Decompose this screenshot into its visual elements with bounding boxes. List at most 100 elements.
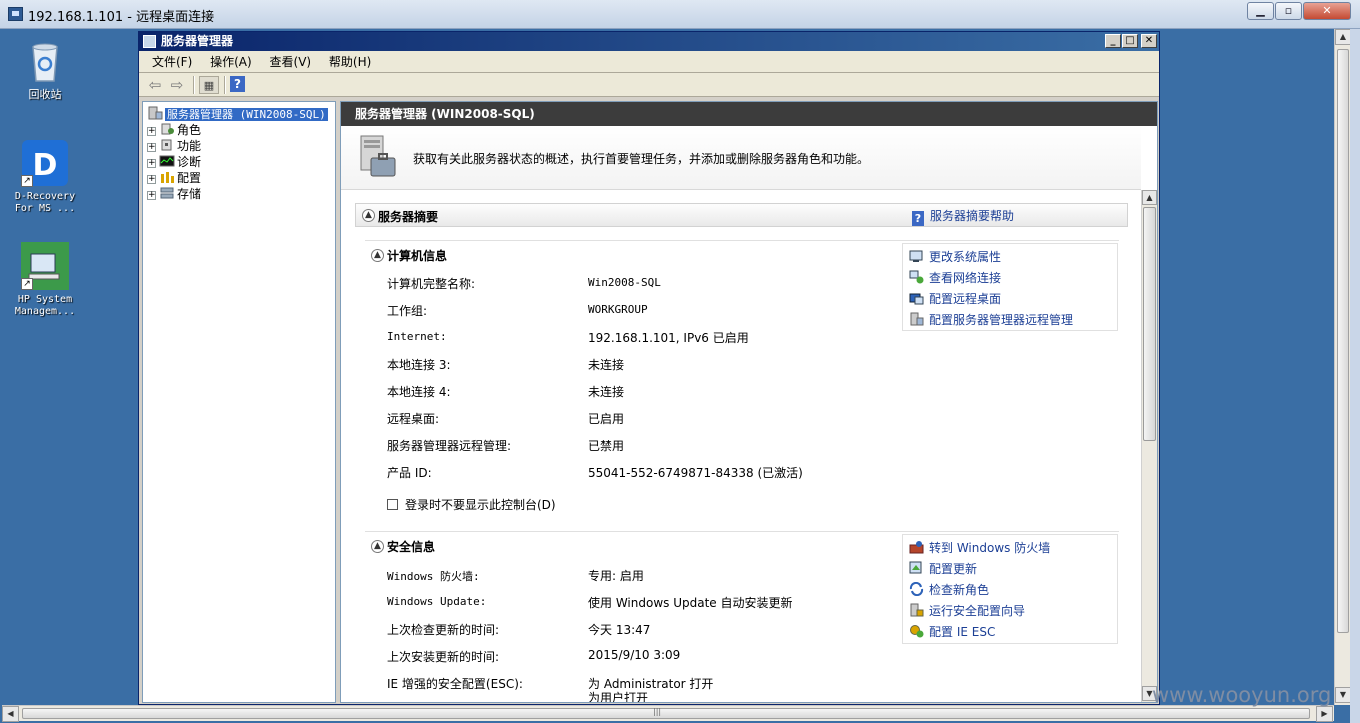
expand-icon[interactable]: + (147, 191, 156, 200)
recycle-bin-icon (21, 37, 69, 85)
collapse-icon[interactable]: ▲ (371, 249, 384, 262)
dont-show-at-logon-checkbox[interactable] (387, 499, 398, 510)
server-summary-header: ▲ 服务器摘要 ? 服务器摘要帮助 (355, 203, 1128, 227)
security-info-title: 安全信息 (387, 540, 436, 554)
server-manager-large-icon (357, 134, 397, 180)
forward-arrow-icon[interactable]: ⇨ (167, 76, 187, 94)
row-value: WORKGROUP (588, 303, 648, 316)
computer-info-title: 计算机信息 (387, 249, 448, 263)
row-value: 已启用 (588, 412, 625, 426)
row-label: 工作组: (387, 304, 428, 318)
remote-management-icon (909, 312, 924, 326)
rdp-window-title: 192.168.1.101 - 远程桌面连接 (28, 10, 215, 25)
tree-item-roles[interactable]: + 角色 (147, 122, 201, 138)
details-header: 服务器管理器 (WIN2008-SQL) (341, 102, 1157, 126)
hp-system-management-icon: ↗ (21, 242, 69, 290)
console-tree: 服务器管理器 (WIN2008-SQL) + 角色 + 功能 + 诊断 + 配置 + 存储 (142, 101, 336, 703)
tree-item-features[interactable]: + 功能 (147, 138, 201, 154)
help-icon[interactable]: ? (230, 76, 245, 92)
scroll-left-arrow-icon[interactable]: ◀ (2, 706, 19, 722)
menu-action[interactable]: 操作(A) (203, 51, 259, 73)
remote-desktop-icon (909, 291, 924, 305)
intro-text: 获取有关此服务器状态的概述，执行首要管理任务，并添加或删除服务器角色和功能。 (413, 152, 870, 166)
menu-file[interactable]: 文件(F) (145, 51, 199, 73)
row-value: 为用户打开 (588, 691, 649, 703)
server-summary-help-link[interactable]: ? 服务器摘要帮助 (912, 207, 1014, 226)
expand-icon[interactable]: + (147, 175, 156, 184)
collapse-icon[interactable]: ▲ (362, 209, 375, 222)
shortcut-arrow-icon: ↗ (21, 175, 33, 187)
menu-view[interactable]: 查看(V) (263, 51, 319, 73)
task-change-system-properties[interactable]: 更改系统属性 (909, 248, 1001, 265)
tree-item-configuration[interactable]: + 配置 (147, 170, 201, 186)
desktop-icon-label: D-Recovery For MS ... (14, 191, 76, 214)
scroll-down-arrow-icon[interactable]: ▼ (1335, 687, 1351, 703)
expand-icon[interactable]: + (147, 127, 156, 136)
remote-desktop-icon (8, 7, 23, 21)
scroll-thumb[interactable] (1143, 207, 1156, 441)
expand-icon[interactable]: + (147, 143, 156, 152)
desktop-icon-d-recovery[interactable]: D ↗ D-Recovery For MS ... (7, 139, 83, 215)
row-label: 本地连接 4: (387, 385, 451, 399)
task-configure-remote-desktop[interactable]: 配置远程桌面 (909, 290, 1001, 307)
tree-item-storage[interactable]: + 存储 (147, 186, 201, 202)
window-close-button[interactable]: ✕ (1141, 34, 1157, 48)
svg-text:D: D (33, 148, 58, 183)
window-frame (1350, 29, 1360, 723)
scroll-up-arrow-icon[interactable]: ▲ (1335, 29, 1351, 45)
row-value: 今天 13:47 (588, 623, 651, 637)
desktop-icon-label: HP System Managem... (14, 294, 76, 317)
window-maximize-button[interactable]: □ (1122, 34, 1138, 48)
menu-help[interactable]: 帮助(H) (322, 51, 378, 73)
row-label: 上次安装更新的时间: (387, 650, 500, 664)
rdp-horizontal-scrollbar[interactable]: ◀ ||| ▶ (2, 705, 1334, 722)
row-value: 已禁用 (588, 439, 625, 453)
desktop-icon-hp-system[interactable]: ↗ HP System Managem... (7, 242, 83, 318)
task-check-new-roles[interactable]: 检查新角色 (909, 581, 989, 598)
windows-update-icon (909, 561, 924, 575)
collapse-icon[interactable]: ▲ (371, 540, 384, 553)
task-configure-remote-management[interactable]: 配置服务器管理器远程管理 (909, 311, 1073, 328)
details-vertical-scrollbar[interactable]: ▲ ▼ (1141, 190, 1157, 702)
computer-info-tasks: 更改系统属性 查看网络连接 配置远程桌面 配置服务器管理器远程管理 (902, 243, 1118, 331)
server-summary-title: 服务器摘要 (378, 210, 439, 224)
toolbar: ⇦ ⇨ ▦ ? (139, 73, 1159, 97)
row-label: 服务器管理器远程管理: (387, 439, 512, 453)
scroll-up-arrow-icon[interactable]: ▲ (1142, 190, 1157, 205)
row-label: 本地连接 3: (387, 358, 451, 372)
row-label: IE 增强的安全配置(ESC): (387, 677, 523, 691)
row-value: 192.168.1.101, IPv6 已启用 (588, 331, 749, 345)
scroll-thumb[interactable] (1337, 49, 1349, 633)
scroll-right-arrow-icon[interactable]: ▶ (1316, 706, 1333, 722)
tree-item-diagnostics[interactable]: + 诊断 (147, 154, 201, 170)
task-run-security-wizard[interactable]: 运行安全配置向导 (909, 602, 1025, 619)
task-view-network-connections[interactable]: 查看网络连接 (909, 269, 1001, 286)
row-label: Windows 防火墙: (387, 570, 480, 583)
desktop-icon-recycle-bin[interactable]: 回收站 (7, 37, 83, 101)
tree-item-server-manager[interactable]: 服务器管理器 (WIN2008-SQL) (147, 106, 328, 122)
expand-icon[interactable]: + (147, 159, 156, 168)
security-info-tasks: 转到 Windows 防火墙 配置更新 检查新角色 运行安全配置向导 配置 IE… (902, 534, 1118, 644)
network-connections-icon (909, 270, 924, 284)
task-configure-ie-esc[interactable]: 配置 IE ESC (909, 623, 995, 640)
scroll-thumb[interactable]: ||| (22, 707, 1310, 719)
shortcut-arrow-icon: ↗ (21, 278, 33, 290)
desktop-icon-label: 回收站 (28, 88, 62, 101)
rdp-vertical-scrollbar[interactable]: ▲ ▼ (1334, 29, 1351, 705)
task-configure-updates[interactable]: 配置更新 (909, 560, 977, 577)
row-value: Win2008-SQL (588, 276, 661, 289)
security-wizard-icon (909, 603, 924, 617)
rdp-close-button[interactable]: ✕ (1303, 2, 1351, 20)
dont-show-at-logon-label[interactable]: 登录时不要显示此控制台(D) (405, 496, 556, 513)
details-pane: 服务器管理器 (WIN2008-SQL) 获取有关此服务器状态的概述，执行首要管… (340, 101, 1158, 703)
window-minimize-button[interactable]: _ (1105, 34, 1121, 48)
show-hide-console-tree-icon[interactable]: ▦ (199, 76, 219, 94)
server-icon (147, 106, 163, 120)
refresh-arrows-icon (909, 581, 924, 597)
server-manager-app-icon (143, 35, 156, 48)
back-arrow-icon[interactable]: ⇦ (145, 76, 165, 94)
rdp-restore-button[interactable]: ▫ (1275, 2, 1302, 20)
toolbar-separator (224, 76, 226, 94)
task-go-to-windows-firewall[interactable]: 转到 Windows 防火墙 (909, 539, 1050, 556)
rdp-minimize-button[interactable]: ▁ (1247, 2, 1274, 20)
